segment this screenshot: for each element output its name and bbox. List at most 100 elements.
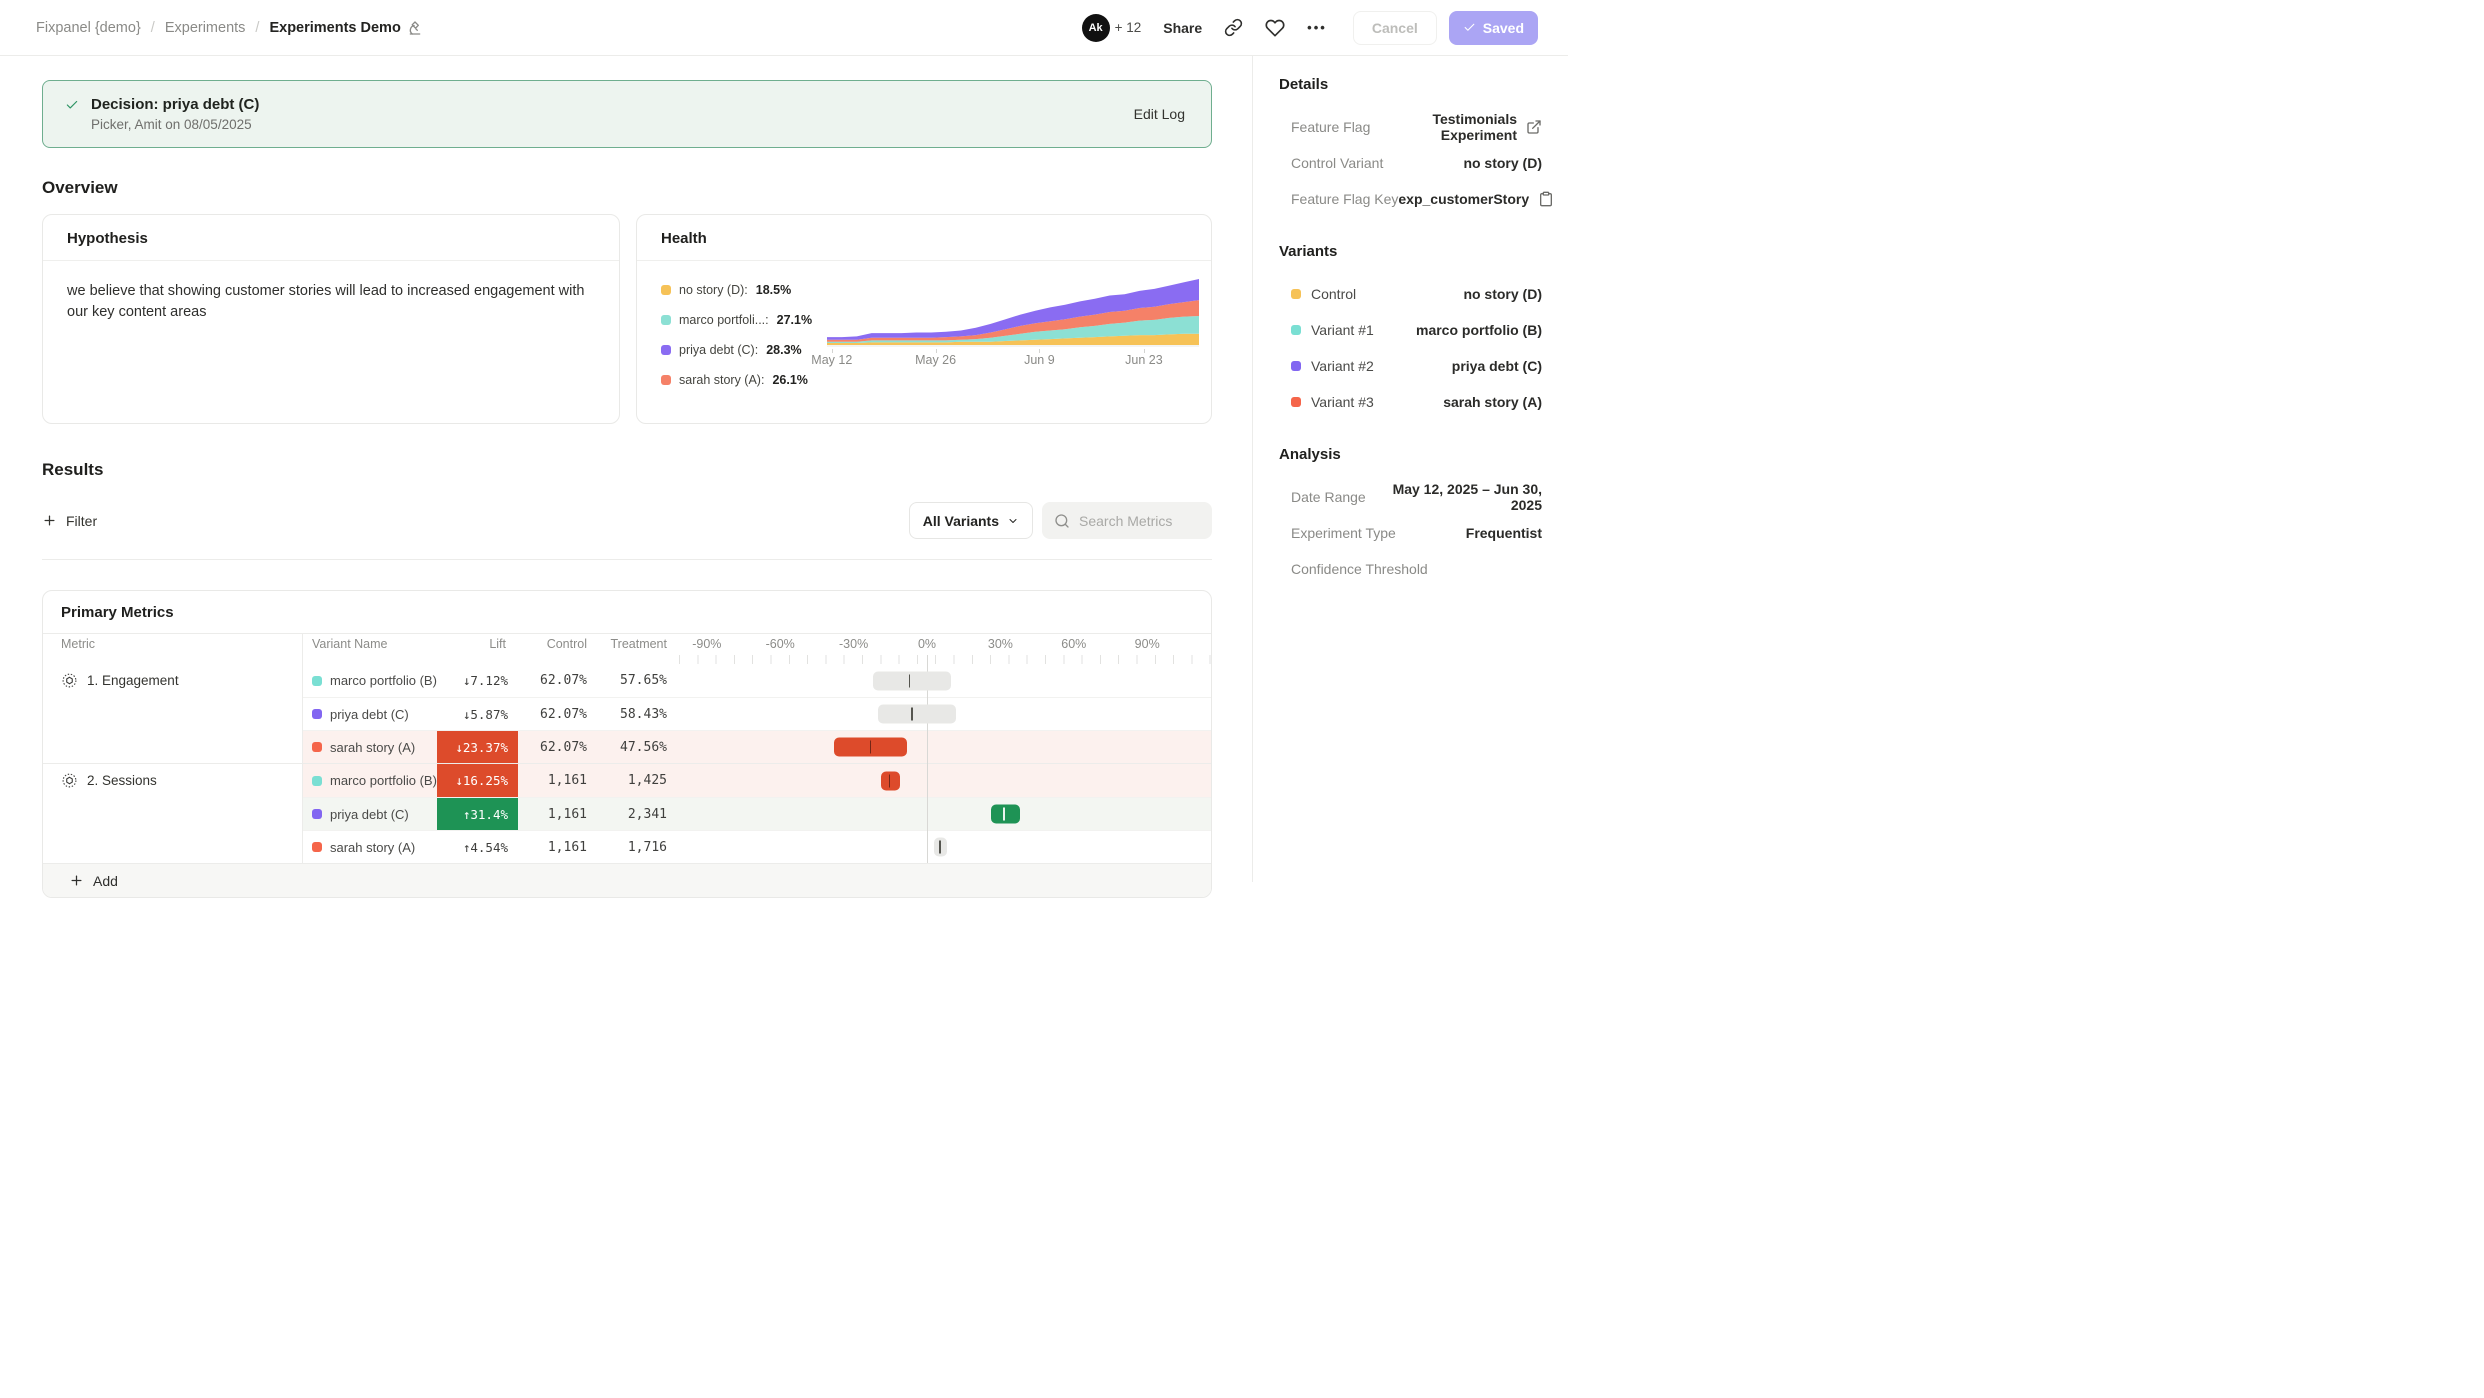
clipboard-copy-icon[interactable] [1538, 191, 1554, 207]
confidence-interval-bar [834, 738, 907, 757]
health-title: Health [637, 215, 1211, 261]
legend-swatch [661, 285, 671, 295]
hypothesis-card: Hypothesis we believe that showing custo… [42, 214, 620, 424]
check-icon [1463, 21, 1476, 34]
variant-row: Variant #3 sarah story (A) [1279, 384, 1542, 420]
search-icon [1054, 513, 1070, 529]
collaborators-count[interactable]: + 12 [1115, 20, 1142, 35]
variant-swatch [1291, 397, 1301, 407]
add-filter-button[interactable]: Filter [42, 513, 97, 529]
copy-link-button[interactable] [1224, 18, 1243, 37]
analysis-row: Date Range May 12, 2025 – Jun 30, 2025 [1279, 479, 1542, 515]
breadcrumb-project[interactable]: Fixpanel {demo} [36, 20, 141, 36]
variant-row: Variant #2 priya debt (C) [1279, 348, 1542, 384]
external-link-icon[interactable] [1526, 119, 1542, 135]
details-section: Details Feature Flag Testimonials Experi… [1279, 76, 1542, 217]
table-row[interactable]: sarah story (A) ↑4.54% 1,161 1,716 [302, 830, 1212, 863]
metric-group: 2. Sessions marco portfolio (B) ↓16.25% … [43, 763, 1211, 863]
legend-item: sarah story (A): 26.1% [661, 373, 827, 387]
table-footer: Add [43, 863, 1211, 897]
health-x-axis: May 12 May 26 Jun 9 Jun 23 [827, 349, 1199, 367]
x-tick-label: Jun 23 [1125, 353, 1163, 367]
point-estimate [870, 741, 872, 754]
axis-ticks [679, 655, 1212, 664]
experiment-type-value: Frequentist [1396, 525, 1542, 541]
confidence-interval-bar [873, 671, 951, 690]
favorite-button[interactable] [1265, 18, 1285, 38]
plus-icon [42, 513, 57, 528]
table-row[interactable]: marco portfolio (B) ↓16.25% 1,161 1,425 [302, 764, 1212, 797]
variants-section: Variants Control no story (D) Variant #1… [1279, 243, 1542, 420]
column-divider [302, 634, 303, 863]
point-estimate [909, 674, 911, 687]
stacked-area-chart [827, 275, 1199, 349]
variant-swatch [312, 676, 322, 686]
saved-button[interactable]: Saved [1449, 11, 1538, 45]
table-row[interactable]: priya debt (C) ↓5.87% 62.07% 58.43% [302, 697, 1212, 730]
health-legend: no story (D): 18.5% marco portfoli...: 2… [661, 275, 827, 403]
decision-subtitle: Picker, Amit on 08/05/2025 [91, 117, 1134, 132]
link-icon [1224, 18, 1243, 37]
variant-swatch [312, 709, 322, 719]
metric-engagement[interactable]: 1. Engagement [43, 664, 302, 697]
main-content: Decision: priya debt (C) Picker, Amit on… [0, 56, 1252, 882]
more-options-button[interactable]: ••• [1307, 20, 1327, 35]
col-variant: Variant Name [302, 634, 437, 664]
analysis-row: Confidence Threshold [1279, 551, 1542, 587]
legend-item: no story (D): 18.5% [661, 283, 827, 297]
confidence-interval-cell [679, 798, 1212, 830]
date-range-value: May 12, 2025 – Jun 30, 2025 [1366, 481, 1542, 513]
table-row[interactable]: marco portfolio (B) ↓7.12% 62.07% 57.65% [302, 664, 1212, 697]
point-estimate [939, 841, 941, 854]
confidence-interval-cell [679, 731, 1212, 763]
details-sidebar: Details Feature Flag Testimonials Experi… [1252, 56, 1568, 882]
avatar[interactable]: Ak [1082, 14, 1110, 42]
variant-row: Control no story (D) [1279, 276, 1542, 312]
table-row[interactable]: priya debt (C) ↑31.4% 1,161 2,341 [302, 797, 1212, 830]
variants-heading: Variants [1279, 243, 1542, 260]
metric-sessions[interactable]: 2. Sessions [43, 764, 302, 797]
lift-value: ↑31.4% [437, 798, 518, 830]
cancel-button[interactable]: Cancel [1353, 11, 1437, 45]
treatment-value: 57.65% [599, 664, 679, 697]
col-control: Control [518, 634, 599, 664]
feature-flag-value[interactable]: Testimonials Experiment [1370, 111, 1517, 143]
breadcrumb-separator: / [255, 20, 259, 36]
table-header: Metric Variant Name Lift Control Treatme… [43, 634, 1211, 664]
variant-swatch [312, 809, 322, 819]
col-lift: Lift [437, 634, 518, 664]
chevron-down-icon [1007, 515, 1019, 527]
details-heading: Details [1279, 76, 1542, 93]
analysis-heading: Analysis [1279, 446, 1542, 463]
health-chart: May 12 May 26 Jun 9 Jun 23 [827, 275, 1199, 403]
confidence-interval-cell [679, 698, 1212, 730]
confidence-interval-bar [878, 705, 956, 724]
plus-icon [69, 873, 84, 888]
confidence-interval-cell [679, 764, 1212, 797]
breadcrumb-experiments[interactable]: Experiments [165, 20, 246, 36]
variant-swatch [1291, 361, 1301, 371]
lift-value: ↓5.87% [437, 698, 518, 730]
variant-swatch [1291, 325, 1301, 335]
variant-swatch [312, 742, 322, 752]
treatment-value: 58.43% [599, 698, 679, 730]
control-variant-value: no story (D) [1383, 155, 1542, 171]
edit-log-button[interactable]: Edit Log [1134, 106, 1185, 122]
legend-swatch [661, 345, 671, 355]
x-tick-label: Jun 9 [1024, 353, 1055, 367]
table-row[interactable]: sarah story (A) ↓23.37% 62.07% 47.56% [302, 730, 1212, 763]
variants-dropdown[interactable]: All Variants [909, 502, 1033, 539]
confidence-interval-cell [679, 664, 1212, 697]
microscope-icon [407, 20, 423, 36]
detail-row: Feature Flag Key exp_customerStory [1279, 181, 1542, 217]
detail-row: Feature Flag Testimonials Experiment [1279, 109, 1542, 145]
add-metric-button[interactable]: Add [69, 873, 118, 889]
search-metrics-input[interactable] [1079, 513, 1199, 529]
primary-metrics-card: Primary Metrics Metric Variant Name Lift… [42, 590, 1212, 898]
variant-swatch [1291, 289, 1301, 299]
share-button[interactable]: Share [1163, 20, 1202, 36]
legend-swatch [661, 375, 671, 385]
search-metrics-box[interactable] [1042, 502, 1212, 539]
control-value: 1,161 [518, 831, 599, 863]
point-estimate [1003, 808, 1005, 821]
